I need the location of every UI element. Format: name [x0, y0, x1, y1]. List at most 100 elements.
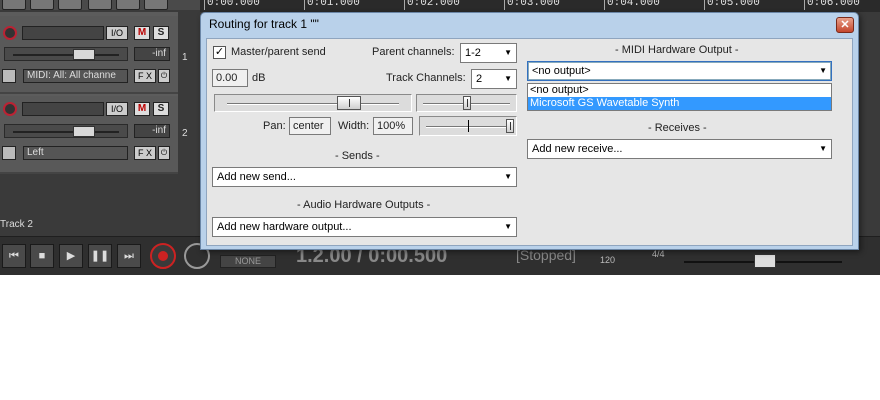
add-send-value: Add new send...: [217, 171, 296, 183]
fader-track: [13, 54, 119, 56]
chevron-down-icon: ▼: [504, 172, 512, 181]
track-1[interactable]: I/O M S -inf MIDI: All: All channe F X ⏻…: [0, 16, 188, 94]
volume-slider[interactable]: [214, 94, 412, 112]
timeline-tick: 0:05.000: [704, 0, 760, 10]
chevron-down-icon: ▼: [504, 48, 512, 57]
track-input-select[interactable]: Left: [23, 146, 128, 160]
mute-button[interactable]: M: [134, 26, 150, 40]
pan-label: Pan:: [263, 120, 286, 132]
chevron-down-icon: ▼: [504, 74, 512, 83]
width-slider-knob[interactable]: [506, 119, 514, 133]
toolbar-button[interactable]: [144, 0, 168, 10]
track-channels-label: Track Channels:: [386, 72, 466, 84]
timeline-tick: 0:03.000: [504, 0, 560, 10]
midi-output-option-highlighted[interactable]: Microsoft GS Wavetable Synth: [528, 97, 831, 110]
pan-field[interactable]: center: [289, 117, 331, 135]
track-volume-fader[interactable]: [4, 47, 128, 61]
track-number: 1: [182, 52, 188, 63]
track-name-field[interactable]: [22, 102, 104, 116]
width-center-mark: [468, 120, 469, 132]
go-to-start-icon[interactable]: ⏮: [2, 244, 26, 268]
record-icon[interactable]: [150, 243, 176, 269]
track-input-select[interactable]: MIDI: All: All channe: [23, 69, 128, 83]
timeline-ruler[interactable]: 0:00.000 0:01.000 0:02.000 0:03.000 0:04…: [200, 0, 880, 12]
fader-track: [13, 131, 119, 133]
record-arm-button[interactable]: [3, 102, 17, 116]
grid-setting[interactable]: NONE: [220, 255, 276, 268]
track-control-panel: I/O M S -inf MIDI: All: All channe F X ⏻…: [0, 12, 188, 174]
track-io-button[interactable]: I/O: [106, 26, 128, 40]
master-send-label: Master/parent send: [231, 46, 326, 58]
width-slider[interactable]: [419, 116, 517, 136]
solo-button[interactable]: S: [153, 102, 169, 116]
timeline-tick: 0:06.000: [804, 0, 860, 10]
close-icon[interactable]: ✕: [836, 17, 854, 33]
go-to-end-icon[interactable]: ⏭: [117, 244, 141, 268]
toolbar-button[interactable]: [88, 0, 112, 10]
track-name-field[interactable]: [22, 26, 104, 40]
track-volume-readout: -inf: [134, 124, 170, 138]
record-arm-button[interactable]: [3, 26, 17, 40]
fx-bypass-icon[interactable]: ⏻: [158, 146, 170, 160]
fader-knob[interactable]: [73, 49, 95, 60]
midi-output-value: <no output>: [532, 65, 591, 77]
track-channels-select[interactable]: 2 ▼: [471, 69, 517, 89]
parent-channels-value: 1-2: [465, 47, 481, 59]
toolbar-button[interactable]: [116, 0, 140, 10]
chevron-down-icon: ▼: [819, 144, 827, 153]
slider-track: [227, 103, 399, 105]
playrate-knob[interactable]: [754, 254, 776, 268]
track-channels-value: 2: [476, 73, 483, 85]
stop-icon[interactable]: ■: [30, 244, 54, 268]
add-hardware-output-select[interactable]: Add new hardware output... ▼: [212, 217, 517, 237]
fader-knob[interactable]: [73, 126, 95, 137]
fx-button[interactable]: F X: [134, 146, 156, 160]
play-icon[interactable]: ▶: [59, 244, 83, 268]
main-toolbar: [0, 0, 200, 10]
chevron-down-icon: ▼: [504, 222, 512, 231]
volume-field[interactable]: 0.00: [212, 69, 248, 87]
toolbar-button[interactable]: [2, 0, 26, 10]
chevron-down-icon: ▼: [819, 66, 827, 75]
pause-icon[interactable]: ❚❚: [88, 244, 112, 268]
pan-slider[interactable]: [416, 94, 517, 112]
toolbar-button[interactable]: [30, 0, 54, 10]
pan-slider-knob[interactable]: [463, 96, 471, 110]
audio-hw-heading: - Audio Hardware Outputs -: [297, 199, 431, 211]
track-io-button[interactable]: I/O: [106, 102, 128, 116]
parent-channels-select[interactable]: 1-2 ▼: [460, 43, 517, 63]
envelope-button[interactable]: [2, 69, 16, 83]
track-volume-readout: -inf: [134, 47, 170, 61]
add-send-select[interactable]: Add new send... ▼: [212, 167, 517, 187]
receives-heading: - Receives -: [648, 122, 707, 134]
track-2[interactable]: I/O M S -inf Left F X ⏻ 2: [0, 96, 188, 174]
toolbar-button[interactable]: [58, 0, 82, 10]
fx-button[interactable]: F X: [134, 69, 156, 83]
mute-button[interactable]: M: [134, 102, 150, 116]
playrate-slider[interactable]: [684, 254, 842, 268]
add-hardware-output-value: Add new hardware output...: [217, 221, 352, 233]
dialog-body: ✓ Master/parent send Parent channels: 1-…: [206, 38, 853, 246]
add-receive-select[interactable]: Add new receive... ▼: [527, 139, 832, 159]
add-receive-value: Add new receive...: [532, 143, 623, 155]
routing-dialog: Routing for track 1 "" ✕ ✓ Master/parent…: [200, 12, 859, 250]
timeline-tick: 0:01.000: [304, 0, 360, 10]
volume-unit: dB: [252, 72, 266, 84]
sends-heading: - Sends -: [335, 150, 380, 162]
track-volume-fader[interactable]: [4, 124, 128, 138]
midi-hw-heading: - MIDI Hardware Output -: [615, 44, 739, 56]
envelope-button[interactable]: [2, 146, 16, 160]
midi-output-select[interactable]: <no output> ▼: [527, 61, 832, 81]
width-field[interactable]: 100%: [373, 117, 413, 135]
midi-output-dropdown: <no output> Microsoft GS Wavetable Synth: [527, 83, 832, 111]
timeline-tick: 0:04.000: [604, 0, 660, 10]
fx-bypass-icon[interactable]: ⏻: [158, 69, 170, 83]
solo-button[interactable]: S: [153, 26, 169, 40]
master-send-checkbox[interactable]: ✓: [213, 46, 226, 59]
time-signature[interactable]: 4/4: [652, 249, 665, 259]
midi-output-option[interactable]: <no output>: [528, 84, 831, 97]
track-number: 2: [182, 128, 188, 139]
volume-slider-knob[interactable]: [337, 96, 361, 110]
dialog-title: Routing for track 1 "": [209, 17, 319, 31]
bpm-display[interactable]: 120: [600, 255, 615, 265]
